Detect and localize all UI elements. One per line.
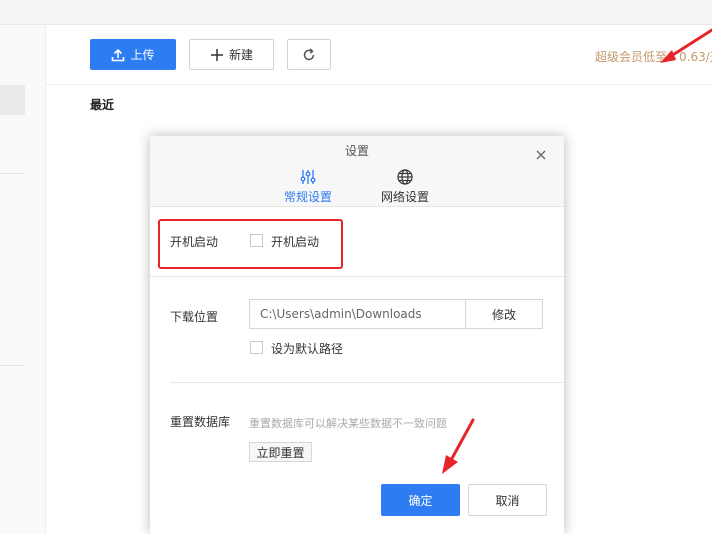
download-location-label: 下载位置: [170, 310, 219, 324]
plus-icon: [210, 48, 224, 62]
vip-promo-link[interactable]: 超级会员低至￥0.63/天: [595, 48, 712, 65]
new-label: 新建: [228, 48, 253, 62]
modify-path-button[interactable]: 修改: [465, 299, 543, 329]
settings-dialog: 设置 常规设置 网络设置 开机启动 开机启动 下载位置 C:\Users\adm…: [150, 136, 564, 534]
sliders-icon: [299, 168, 317, 186]
close-icon[interactable]: [533, 147, 549, 163]
top-bar: [0, 0, 712, 25]
upload-label: 上传: [130, 48, 155, 62]
tab-general-settings[interactable]: 常规设置: [273, 168, 343, 205]
sidebar-divider: [0, 365, 25, 366]
refresh-icon: [302, 47, 316, 62]
toolbar-divider: [46, 84, 712, 85]
left-sidebar: [0, 25, 46, 534]
dialog-title: 设置: [344, 144, 369, 158]
section-divider: [170, 382, 564, 383]
ok-button[interactable]: 确定: [381, 484, 460, 516]
default-path-checkbox[interactable]: [250, 341, 263, 354]
reset-now-button[interactable]: 立即重置: [249, 442, 312, 462]
tab-network-settings[interactable]: 网络设置: [370, 168, 440, 205]
upload-icon: [111, 48, 125, 62]
tab-general-label: 常规设置: [283, 190, 332, 204]
refresh-button[interactable]: [287, 39, 331, 70]
cancel-button[interactable]: 取消: [468, 484, 547, 516]
upload-button[interactable]: 上传: [90, 39, 176, 70]
highlight-box: [158, 219, 343, 269]
globe-icon: [396, 168, 414, 186]
recent-heading: 最近: [90, 98, 115, 112]
reset-database-hint: 重置数据库可以解决某些数据不一致问题: [249, 417, 447, 430]
download-path-input[interactable]: C:\Users\admin\Downloads: [249, 299, 465, 329]
sidebar-divider: [0, 173, 25, 174]
section-divider: [150, 276, 564, 277]
tab-network-label: 网络设置: [380, 190, 429, 204]
sidebar-selected-item[interactable]: [0, 85, 25, 115]
new-button[interactable]: 新建: [189, 39, 274, 70]
dialog-header: 设置 常规设置 网络设置: [150, 136, 564, 207]
reset-database-label: 重置数据库: [170, 415, 231, 429]
default-path-label[interactable]: 设为默认路径: [271, 340, 343, 357]
